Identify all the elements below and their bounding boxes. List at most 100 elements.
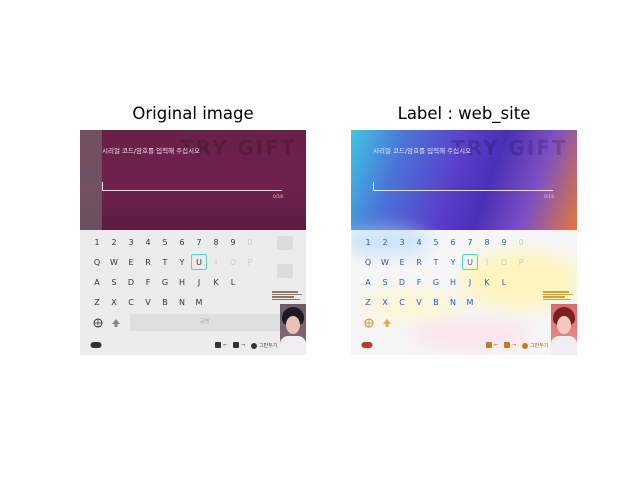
key-6[interactable]: 6 [445, 234, 461, 250]
stream-chat-overlay [272, 290, 306, 302]
key-g[interactable]: G [428, 274, 444, 290]
hint-prev: ← [215, 342, 227, 349]
key-d[interactable]: D [123, 274, 139, 290]
shift-icon[interactable] [382, 318, 392, 328]
key-p[interactable]: P [513, 254, 529, 270]
hint-close: 그만두기 [522, 342, 548, 349]
b-button-icon [522, 342, 528, 349]
key-p[interactable]: P [242, 254, 258, 270]
hint-next-label: → [512, 342, 517, 349]
key-d[interactable]: D [394, 274, 410, 290]
key-k[interactable]: K [479, 274, 495, 290]
key-x[interactable]: X [377, 294, 393, 310]
key-2[interactable]: 2 [106, 234, 122, 250]
key-k[interactable]: K [208, 274, 224, 290]
key-v[interactable]: V [140, 294, 156, 310]
key-g[interactable]: G [157, 274, 173, 290]
key-1[interactable]: 1 [360, 234, 376, 250]
space-label: 공백 [200, 319, 210, 325]
key-m[interactable]: M [191, 294, 207, 310]
key-j[interactable]: J [462, 274, 478, 290]
key-2[interactable]: 2 [377, 234, 393, 250]
key-r[interactable]: R [140, 254, 156, 270]
key-i[interactable]: I [208, 254, 224, 270]
key-t[interactable]: T [428, 254, 444, 270]
key-s[interactable]: S [377, 274, 393, 290]
instruction-text: 시리얼 코드/암호를 입력해 주십시오 [102, 147, 201, 155]
hint-next-label: → [241, 342, 246, 349]
key-n[interactable]: N [445, 294, 461, 310]
key-w[interactable]: W [377, 254, 393, 270]
on-screen-keyboard-heatmap: 1234567890 QWERTYUIOP ASDFGHJKL ZXCVBNM ← →… [351, 226, 577, 355]
key-h[interactable]: H [174, 274, 190, 290]
label-panel: TRY GIFT 시리얼 코드/암호를 입력해 주십시오 0/16 123456… [351, 130, 577, 355]
key-q[interactable]: Q [89, 254, 105, 270]
serial-code-input[interactable] [102, 190, 282, 191]
key-6[interactable]: 6 [174, 234, 190, 250]
key-l[interactable]: L [496, 274, 512, 290]
hint-close-label: 그만두기 [530, 343, 549, 349]
controller-icon [361, 342, 373, 348]
key-b[interactable]: B [428, 294, 444, 310]
ok-key[interactable] [277, 264, 293, 278]
key-w[interactable]: W [106, 254, 122, 270]
key-e[interactable]: E [123, 254, 139, 270]
key-o[interactable]: O [225, 254, 241, 270]
key-9[interactable]: 9 [225, 234, 241, 250]
key-z[interactable]: Z [89, 294, 105, 310]
key-9[interactable]: 9 [496, 234, 512, 250]
key-m[interactable]: M [462, 294, 478, 310]
key-5[interactable]: 5 [428, 234, 444, 250]
backspace-key[interactable] [277, 236, 293, 250]
key-h[interactable]: H [445, 274, 461, 290]
serial-code-input[interactable] [373, 190, 553, 191]
key-u[interactable]: U [462, 254, 478, 270]
shift-icon[interactable] [111, 318, 121, 328]
globe-icon[interactable] [93, 318, 103, 328]
key-1[interactable]: 1 [89, 234, 105, 250]
key-8[interactable]: 8 [208, 234, 224, 250]
l-button-icon [486, 342, 492, 348]
key-c[interactable]: C [123, 294, 139, 310]
key-y[interactable]: Y [174, 254, 190, 270]
key-3[interactable]: 3 [123, 234, 139, 250]
key-7[interactable]: 7 [191, 234, 207, 250]
key-e[interactable]: E [394, 254, 410, 270]
key-a[interactable]: A [89, 274, 105, 290]
key-i[interactable]: I [479, 254, 495, 270]
label-title: Label : web_site [397, 104, 531, 123]
key-0[interactable]: 0 [242, 234, 258, 250]
key-o[interactable]: O [496, 254, 512, 270]
key-l[interactable]: L [225, 274, 241, 290]
key-4[interactable]: 4 [140, 234, 156, 250]
key-y[interactable]: Y [445, 254, 461, 270]
key-z[interactable]: Z [360, 294, 376, 310]
key-8[interactable]: 8 [479, 234, 495, 250]
key-u[interactable]: U [191, 254, 207, 270]
key-x[interactable]: X [106, 294, 122, 310]
webcam-overlay [551, 304, 577, 355]
l-button-icon [215, 342, 221, 348]
key-r[interactable]: R [411, 254, 427, 270]
globe-icon[interactable] [364, 318, 374, 328]
key-v[interactable]: V [411, 294, 427, 310]
key-a[interactable]: A [360, 274, 376, 290]
key-q[interactable]: Q [360, 254, 376, 270]
key-s[interactable]: S [106, 274, 122, 290]
hint-close: 그만두기 [251, 342, 277, 349]
hint-close-label: 그만두기 [259, 343, 278, 349]
hint-bar: ← → 그만두기 [80, 334, 306, 355]
key-b[interactable]: B [157, 294, 173, 310]
key-3[interactable]: 3 [394, 234, 410, 250]
key-7[interactable]: 7 [462, 234, 478, 250]
key-t[interactable]: T [157, 254, 173, 270]
key-n[interactable]: N [174, 294, 190, 310]
key-4[interactable]: 4 [411, 234, 427, 250]
on-screen-keyboard: 1234567890QWERTYUIOPASDFGHJKLZXCVBNM 공백 … [80, 230, 306, 355]
key-0[interactable]: 0 [513, 234, 529, 250]
key-5[interactable]: 5 [157, 234, 173, 250]
key-c[interactable]: C [394, 294, 410, 310]
key-j[interactable]: J [191, 274, 207, 290]
key-f[interactable]: F [140, 274, 156, 290]
key-f[interactable]: F [411, 274, 427, 290]
